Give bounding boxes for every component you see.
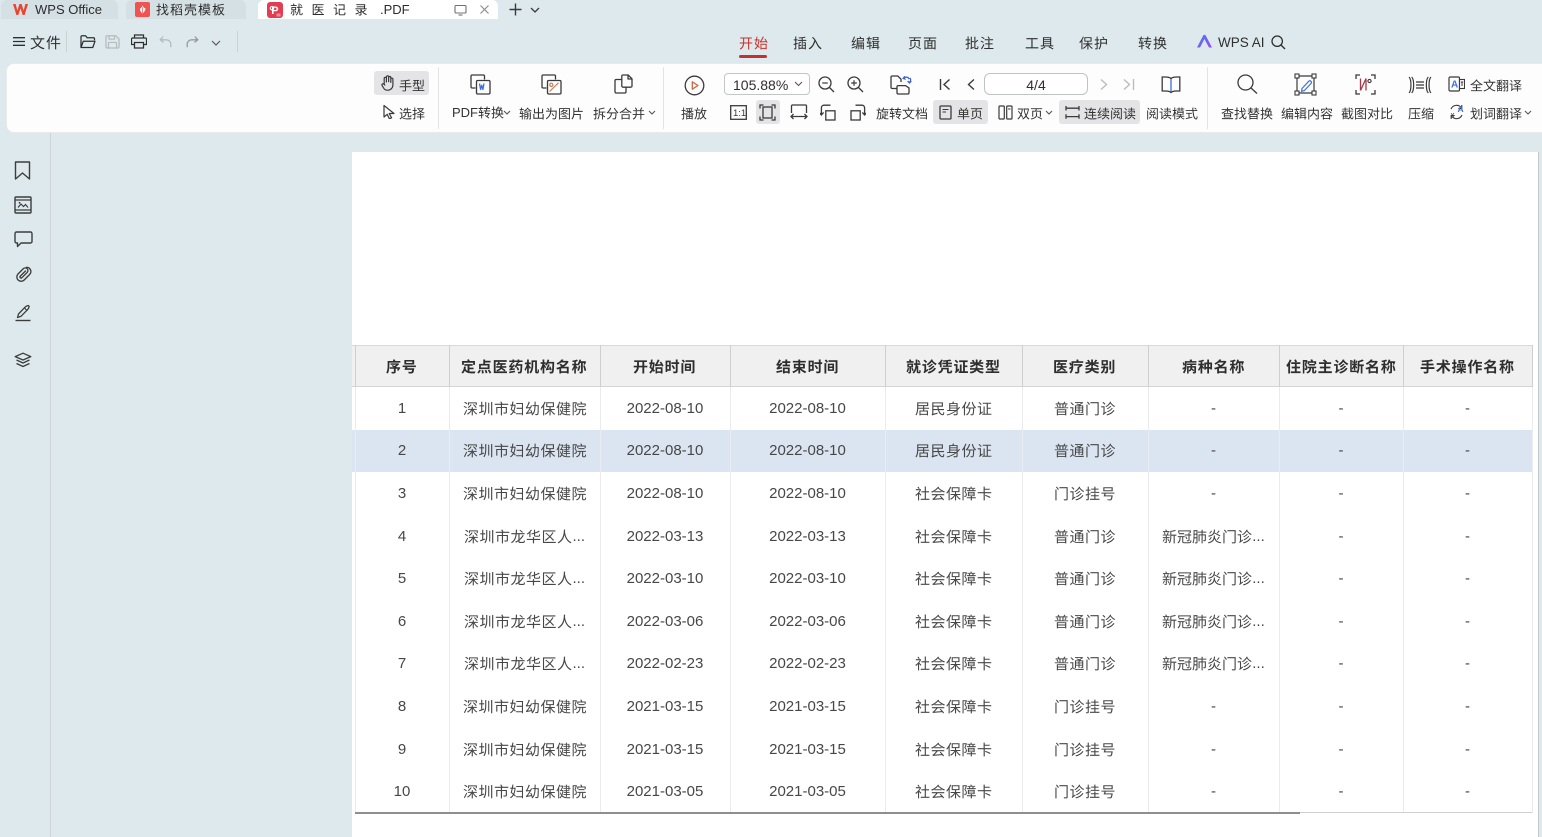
svg-text:1:1: 1:1 <box>733 108 746 119</box>
svg-text:A: A <box>1458 104 1464 114</box>
svg-text:A: A <box>1451 80 1458 91</box>
svg-text:x: x <box>1451 111 1455 120</box>
